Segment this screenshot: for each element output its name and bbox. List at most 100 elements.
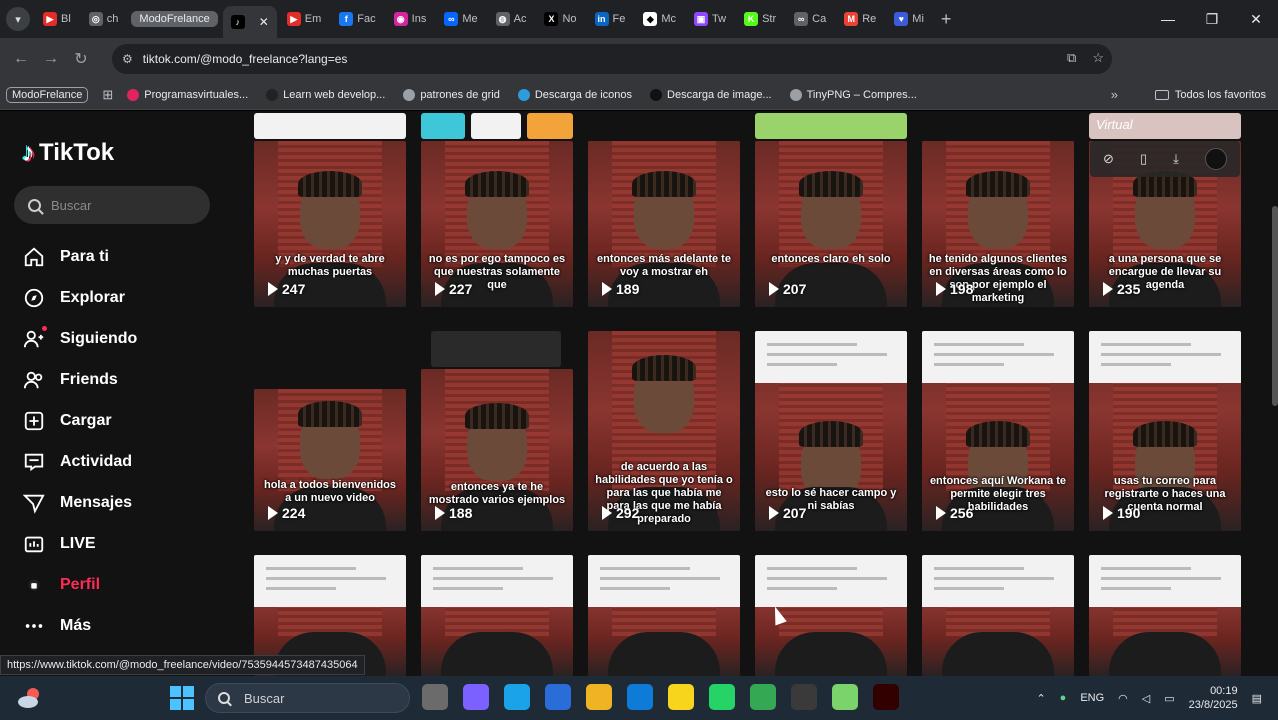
bookmark-item[interactable]: Programasvirtuales... bbox=[127, 88, 248, 101]
close-tab-icon[interactable]: ✕ bbox=[259, 15, 269, 29]
phone-tool-icon[interactable]: ▯ bbox=[1140, 151, 1147, 167]
bookmark-item[interactable]: TinyPNG – Compres... bbox=[789, 88, 917, 101]
creator-avatar-icon[interactable] bbox=[1204, 148, 1227, 170]
browser-tab[interactable]: K Str bbox=[736, 5, 784, 33]
wifi-icon[interactable]: ◠ bbox=[1118, 692, 1128, 705]
browser-tab[interactable]: ∞ Ca bbox=[786, 5, 834, 33]
sidebar-item-profile[interactable]: Perfil bbox=[22, 564, 137, 605]
browser-tab[interactable]: ▶ Em bbox=[279, 5, 330, 33]
thumbnail-top-strip[interactable] bbox=[254, 113, 406, 139]
start-windows-icon[interactable] bbox=[170, 686, 194, 710]
forward-icon[interactable]: → bbox=[36, 50, 66, 68]
site-info-icon[interactable]: ⚙ bbox=[122, 52, 133, 66]
browser-tab[interactable]: X No bbox=[536, 5, 584, 33]
browser-tab[interactable]: ◍ Ac bbox=[488, 5, 535, 33]
thumbnail-top-strip[interactable] bbox=[755, 113, 907, 139]
browser-tab[interactable]: ◉ Ins bbox=[386, 5, 435, 33]
video-thumbnail[interactable] bbox=[588, 555, 740, 676]
mini-preview[interactable] bbox=[431, 331, 561, 367]
thumbnail-top-strip[interactable] bbox=[527, 113, 573, 139]
volume-icon[interactable]: ◁ bbox=[1142, 692, 1150, 705]
video-thumbnail[interactable]: de acuerdo a las habilidades que yo tení… bbox=[588, 331, 740, 531]
search-input[interactable] bbox=[51, 197, 191, 213]
sidebar-item-following[interactable]: Siguiendo bbox=[22, 318, 137, 359]
reload-icon[interactable]: ↻ bbox=[66, 49, 96, 69]
all-bookmarks-button[interactable]: Todos los favoritos bbox=[1154, 89, 1266, 101]
video-thumbnail[interactable]: entonces más adelante te voy a mostrar e… bbox=[588, 141, 740, 307]
sidebar-item-activity[interactable]: Actividad bbox=[22, 441, 137, 482]
video-thumbnail[interactable]: entonces aquí Workana te permite elegir … bbox=[922, 331, 1074, 531]
close-window-icon[interactable]: ✕ bbox=[1234, 11, 1278, 28]
new-tab-icon[interactable]: + bbox=[941, 9, 952, 30]
taskbar-search[interactable]: Buscar bbox=[205, 683, 410, 713]
minimize-icon[interactable]: — bbox=[1146, 11, 1190, 27]
sidebar-item-upload[interactable]: Cargar bbox=[22, 400, 137, 441]
notifications-icon[interactable]: ▤ bbox=[1252, 692, 1262, 705]
video-thumbnail[interactable] bbox=[922, 555, 1074, 676]
browser-tab[interactable]: in Fe bbox=[587, 5, 634, 33]
back-icon[interactable]: ← bbox=[6, 50, 36, 68]
sidebar-item-friends[interactable]: Friends bbox=[22, 359, 137, 400]
video-thumbnail[interactable]: entonces claro eh solo 207 bbox=[755, 141, 907, 307]
sidebar-item-more[interactable]: Más bbox=[22, 605, 137, 646]
sidebar-item-home[interactable]: Para ti bbox=[22, 236, 137, 277]
bookmark-item[interactable]: Descarga de image... bbox=[650, 88, 772, 101]
tab-group-label[interactable]: ModoFrelance bbox=[131, 11, 218, 27]
language-indicator[interactable]: ENG bbox=[1080, 692, 1104, 704]
taskbar-app-icon[interactable] bbox=[627, 684, 653, 710]
tiktok-logo[interactable]: ♪ TikTok bbox=[22, 137, 114, 168]
apps-grid-icon[interactable]: ⊞ bbox=[102, 87, 113, 103]
restore-icon[interactable]: ❐ bbox=[1190, 11, 1234, 28]
sidebar-item-compass[interactable]: Explorar bbox=[22, 277, 137, 318]
video-thumbnail[interactable]: no es por ego tampoco es que nuestras so… bbox=[421, 141, 573, 307]
tray-chevron-icon[interactable]: ⌃ bbox=[1036, 692, 1045, 705]
video-thumbnail[interactable]: y y de verdad te abre muchas puertas 247 bbox=[254, 141, 406, 307]
browser-tab[interactable]: ◎ ch bbox=[81, 5, 127, 33]
taskbar-app-icon[interactable] bbox=[791, 684, 817, 710]
microphone-icon[interactable]: ● bbox=[1060, 692, 1067, 704]
browser-tab[interactable]: ▶ Bl bbox=[35, 5, 79, 33]
weather-icon[interactable] bbox=[16, 684, 44, 712]
bookmark-star-icon[interactable]: ☆ bbox=[1092, 50, 1104, 66]
download-icon[interactable]: ⤓ bbox=[1173, 151, 1179, 167]
thumbnail-top-strip[interactable] bbox=[421, 113, 465, 139]
browser-tab[interactable]: f Fac bbox=[331, 5, 383, 33]
omnibox[interactable]: ⚙ tiktok.com/@modo_freelance?lang=es ⧉ ☆ bbox=[112, 44, 1112, 74]
video-thumbnail[interactable]: esto lo sé hacer campo y ni sabías 207 bbox=[755, 331, 907, 531]
browser-tab[interactable]: ◆ Mc bbox=[635, 5, 684, 33]
video-thumbnail[interactable] bbox=[1089, 555, 1241, 676]
taskbar-app-icon[interactable] bbox=[463, 684, 489, 710]
install-app-icon[interactable]: ⧉ bbox=[1067, 50, 1076, 66]
browser-tab[interactable]: ▣ Tw bbox=[686, 5, 734, 33]
tab-search-icon[interactable]: ▾ bbox=[6, 7, 30, 31]
more-bookmarks-icon[interactable]: » bbox=[1111, 87, 1118, 102]
video-thumbnail[interactable]: hola a todos bienvenidos a un nuevo vide… bbox=[254, 389, 406, 531]
browser-tab[interactable]: ♪ ✕ bbox=[222, 6, 277, 38]
bookmark-item[interactable]: patrones de grid bbox=[403, 88, 500, 101]
browser-tab[interactable]: ♥ Mi bbox=[886, 5, 932, 33]
taskbar-app-icon[interactable] bbox=[750, 684, 776, 710]
taskbar-app-icon[interactable] bbox=[504, 684, 530, 710]
browser-tab[interactable]: ∞ Me bbox=[436, 5, 485, 33]
taskbar-app-icon[interactable] bbox=[873, 684, 899, 710]
clock[interactable]: 00:19 23/8/2025 bbox=[1189, 684, 1238, 712]
bookmark-group[interactable]: ModoFrelance bbox=[6, 86, 89, 103]
sidebar-item-messages[interactable]: Mensajes bbox=[22, 482, 137, 523]
video-thumbnail[interactable] bbox=[421, 555, 573, 676]
compass-tool-icon[interactable]: ⊘ bbox=[1103, 151, 1114, 167]
video-thumbnail[interactable]: he tenido algunos clientes en diversas á… bbox=[922, 141, 1074, 307]
url-text[interactable]: tiktok.com/@modo_freelance?lang=es bbox=[143, 52, 348, 66]
search-box[interactable] bbox=[14, 186, 210, 224]
taskbar-app-icon[interactable] bbox=[545, 684, 571, 710]
thumbnail-top-strip[interactable] bbox=[471, 113, 521, 139]
sidebar-item-live[interactable]: LIVE bbox=[22, 523, 137, 564]
taskbar-app-icon[interactable] bbox=[586, 684, 612, 710]
taskbar-app-icon[interactable] bbox=[709, 684, 735, 710]
video-thumbnail[interactable]: usas tu correo para registrarte o haces … bbox=[1089, 331, 1241, 531]
page-scrollbar[interactable] bbox=[1272, 206, 1278, 406]
browser-tab[interactable]: M Re bbox=[836, 5, 884, 33]
bookmark-item[interactable]: Learn web develop... bbox=[266, 88, 385, 101]
taskbar-app-icon[interactable] bbox=[668, 684, 694, 710]
taskbar-app-icon[interactable] bbox=[832, 684, 858, 710]
video-thumbnail[interactable]: entonces ya te he mostrado varios ejempl… bbox=[421, 369, 573, 531]
